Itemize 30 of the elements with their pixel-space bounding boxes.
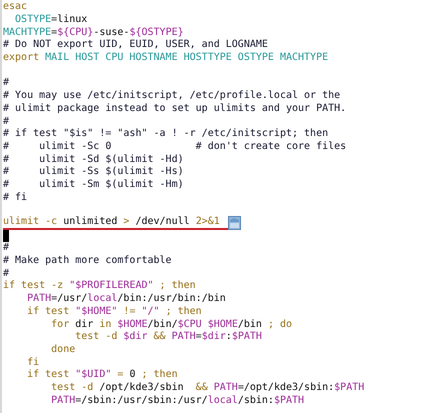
code-line: # ulimit -Sd $(ulimit -Hd) <box>3 154 184 166</box>
code-line: # <box>3 268 10 280</box>
code-line: esac <box>3 1 28 14</box>
code-line: PATH=/sbin:/usr/sbin:/usr/local/sbin:$PATH <box>50 394 304 407</box>
code-line: # fi <box>3 192 28 204</box>
code-line: PATH=/usr/local/bin:/usr/bin:/bin <box>26 293 226 306</box>
code-line: if test -z "$PROFILEREAD" ; then <box>3 280 196 292</box>
code-line: # Do NOT export UID, EUID, USER, and LOGNAME <box>3 39 268 52</box>
code-line: if test "$UID" = 0 ; then <box>26 369 178 382</box>
code-line: # ulimit -Ss $(ulimit -Hs) <box>3 166 184 178</box>
code-line: # ulimit package instead to set up ulimits and your PATH. <box>3 102 346 115</box>
code-line: if test "$HOME" != "/" ; then <box>26 306 202 318</box>
code-line: ulimit -c unlimited > /dev/null 2>&1 <box>3 216 228 230</box>
code-line: # ulimit -Sm $(ulimit -Hm) <box>3 178 184 191</box>
code-line: # <box>3 242 10 254</box>
code-line: test -d /opt/kde3/sbin && PATH=/opt/kde3/sbin:$PATH <box>50 382 364 394</box>
code-line: fi <box>26 356 40 369</box>
code-line: for dir in $HOME/bin/$CPU $HOME/bin ; do <box>50 318 292 331</box>
code-line: MACHTYPE=${CPU}-suse-${OSTYPE} <box>3 26 184 39</box>
code-line: export MAIL HOST CPU HOSTNAME HOSTTYPE OSTYPE MACHTYPE <box>3 52 328 64</box>
code-line: done <box>50 344 76 356</box>
code-line: # if test "$is" != "ash" -a ! -r /etc/initscript; then <box>3 128 328 140</box>
code-line: # <box>3 77 10 90</box>
text-cursor <box>3 230 9 242</box>
code-line: OSTYPE=linux <box>14 14 88 26</box>
code-line: # ulimit -Sc 0 # don't create core files <box>3 140 346 153</box>
code-line: # Make path more comfortable <box>3 255 172 268</box>
code-line: # You may use /etc/initscript, /etc/profile.local or the <box>3 90 340 102</box>
code-line: test -d $dir && PATH=$dir:$PATH <box>75 331 262 344</box>
code-line: # <box>3 116 10 128</box>
